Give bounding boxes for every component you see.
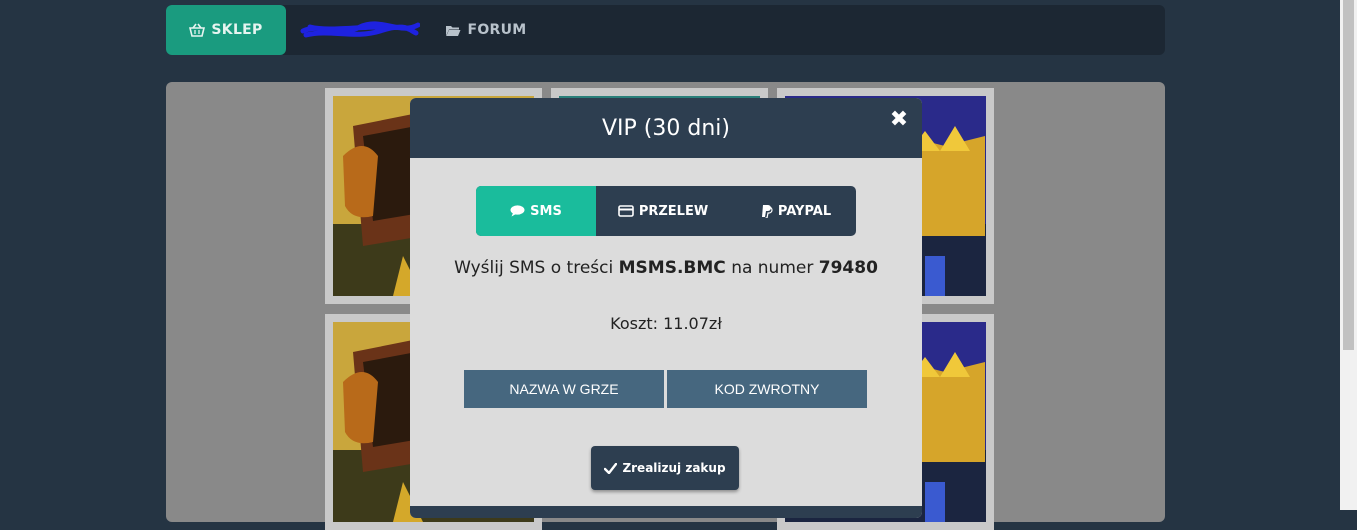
tab-sms[interactable]: SMS [476,186,596,236]
submit-purchase-button[interactable]: Zrealizuj zakup [591,446,739,490]
close-icon[interactable]: ✖ [888,107,910,132]
credit-card-icon [618,205,634,217]
sms-text-prefix: Wyślij SMS o treści [454,258,614,278]
modal-footer [410,506,922,518]
folder-open-icon [445,24,461,37]
submit-label: Zrealizuj zakup [622,461,726,475]
nav-tab-forum-label: FORUM [467,22,527,38]
paypal-icon [761,204,773,218]
page-scrollbar-thumb[interactable] [1343,0,1354,350]
modal-title: VIP (30 dni) [602,115,730,141]
nav-tab-shop-label: SKLEP [211,22,263,38]
purchase-modal: VIP (30 dni) ✖ SMS PRZELEW PAYPAL Wyślij… [410,98,922,518]
tab-sms-label: SMS [530,203,562,219]
check-icon [604,462,618,474]
tab-transfer-label: PRZELEW [638,203,709,219]
return-code-field-button[interactable]: KOD ZWROTNY [667,370,867,408]
nav-tab-shop[interactable]: SKLEP [166,5,286,55]
tab-paypal-label: PAYPAL [777,203,832,219]
nav-tab-forum[interactable]: FORUM [436,5,536,55]
basket-icon [189,23,206,37]
sms-instruction: Wyślij SMS o treści MSMS.BMC na numer 79… [410,258,922,278]
sms-text-middle: na numer [731,258,814,278]
tab-transfer[interactable]: PRZELEW [608,186,718,236]
comment-icon [510,205,525,217]
sms-number: 79480 [818,258,878,278]
sms-code: MSMS.BMC [618,258,726,278]
nav-tab-redacted[interactable] [300,5,420,55]
payment-method-tabs: SMS PRZELEW PAYPAL [476,186,856,236]
cost-text: Koszt: 11.07zł [610,314,722,333]
nickname-field-button[interactable]: NAZWA W GRZE [464,370,664,408]
tab-paypal[interactable]: PAYPAL [746,186,846,236]
